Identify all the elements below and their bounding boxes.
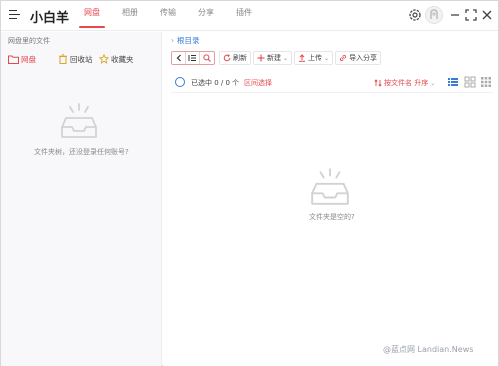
selection-count: 已选中 0 / 0 个 (191, 79, 240, 87)
refresh-button[interactable]: 刷新 (219, 51, 251, 65)
list-sort-icon (188, 55, 196, 61)
tab-share[interactable]: 分享 (187, 1, 225, 31)
watermark: @蓝点网 Landian.News (383, 344, 473, 355)
grid-view-icon[interactable] (464, 76, 476, 88)
tab-netdisk[interactable]: 网盘 (73, 1, 111, 31)
empty-folder-text: 文件夹是空的? (309, 213, 355, 221)
empty-tree-text: 文件夹树，还没登录任何账号? (34, 148, 129, 156)
empty-inbox-icon (311, 168, 349, 205)
list-view-icon[interactable] (447, 76, 459, 88)
app-window: 小白羊 网盘 相册 传输 分享 插件 网盘里的文件 网盘 回收站 收藏夹 文件夹… (0, 0, 499, 366)
settings-icon[interactable] (407, 7, 423, 23)
user-avatar-icon[interactable] (425, 5, 443, 25)
sort-icon (374, 79, 382, 87)
toolbar: 刷新 新建 ⌄ 上传 ⌄ 导入分享 (171, 51, 383, 65)
import-share-label: 导入分享 (349, 54, 378, 62)
sort-list-button[interactable] (186, 52, 200, 64)
plus-icon (257, 54, 265, 62)
selection-bar: 已选中 0 / 0 个 区间选择 按文件名 升序 ⌄ (171, 76, 493, 90)
quick-netdisk-label: 网盘 (21, 54, 36, 64)
main-tabs: 网盘 相册 传输 分享 插件 (73, 1, 263, 31)
breadcrumb-separator-icon: › (171, 36, 174, 45)
upload-button[interactable]: 上传 ⌄ (294, 51, 334, 65)
refresh-icon (223, 54, 231, 62)
search-button[interactable] (200, 52, 214, 64)
breadcrumb-root[interactable]: 根目录 (177, 35, 200, 46)
select-all-checkbox[interactable] (175, 77, 185, 87)
star-icon (99, 54, 109, 64)
nav-button-group (171, 51, 215, 65)
maximize-icon[interactable] (463, 7, 479, 23)
chevron-down-icon: ⌄ (324, 54, 330, 62)
upload-label: 上传 (308, 54, 323, 62)
tab-album[interactable]: 相册 (111, 1, 149, 31)
sort-dropdown[interactable]: 按文件名 升序 ⌄ (374, 78, 435, 88)
upload-icon (299, 54, 306, 62)
link-icon (340, 54, 347, 62)
folder-tree-pane: 网盘里的文件 网盘 回收站 收藏夹 文件夹树，还没登录任何账号? (1, 32, 162, 366)
tab-plugins[interactable]: 插件 (225, 1, 263, 31)
range-select-link[interactable]: 区间选择 (244, 78, 272, 88)
minimize-icon[interactable] (447, 7, 463, 23)
sort-label: 按文件名 升序 (384, 79, 429, 87)
header-divider (171, 92, 493, 93)
folder-icon (8, 55, 19, 64)
tab-transfer[interactable]: 传输 (149, 1, 187, 31)
quick-netdisk[interactable]: 网盘 (8, 53, 36, 65)
search-icon (203, 54, 211, 62)
breadcrumb: › 根目录 (171, 35, 200, 46)
close-icon[interactable] (479, 7, 495, 23)
menu-icon[interactable] (9, 9, 21, 21)
chevron-down-icon: ⌄ (283, 54, 289, 62)
title-bar: 小白羊 网盘 相册 传输 分享 插件 (1, 1, 498, 31)
empty-inbox-icon (61, 103, 97, 138)
pane-title: 网盘里的文件 (8, 37, 50, 45)
app-title: 小白羊 (30, 11, 70, 26)
refresh-label: 刷新 (233, 54, 247, 62)
quick-favorites-label: 收藏夹 (111, 54, 134, 64)
back-icon (176, 54, 181, 62)
quick-favorites[interactable]: 收藏夹 (99, 53, 134, 65)
new-label: 新建 (267, 54, 281, 62)
quick-recycle-bin-label: 回收站 (70, 54, 93, 64)
large-grid-view-icon[interactable] (480, 76, 492, 88)
chevron-down-icon: ⌄ (430, 79, 436, 87)
watermark-text: @蓝点网 Landian.News (383, 345, 474, 354)
new-button[interactable]: 新建 ⌄ (253, 51, 293, 65)
back-button[interactable] (172, 52, 186, 64)
quick-recycle-bin[interactable]: 回收站 (58, 53, 93, 65)
file-list-pane: › 根目录 刷新 新建 ⌄ 上传 ⌄ 导入分享 已选中 0 / 0 个 区间选择… (163, 32, 498, 366)
recycle-bin-icon (59, 54, 67, 64)
import-share-button[interactable]: 导入分享 (335, 51, 382, 65)
